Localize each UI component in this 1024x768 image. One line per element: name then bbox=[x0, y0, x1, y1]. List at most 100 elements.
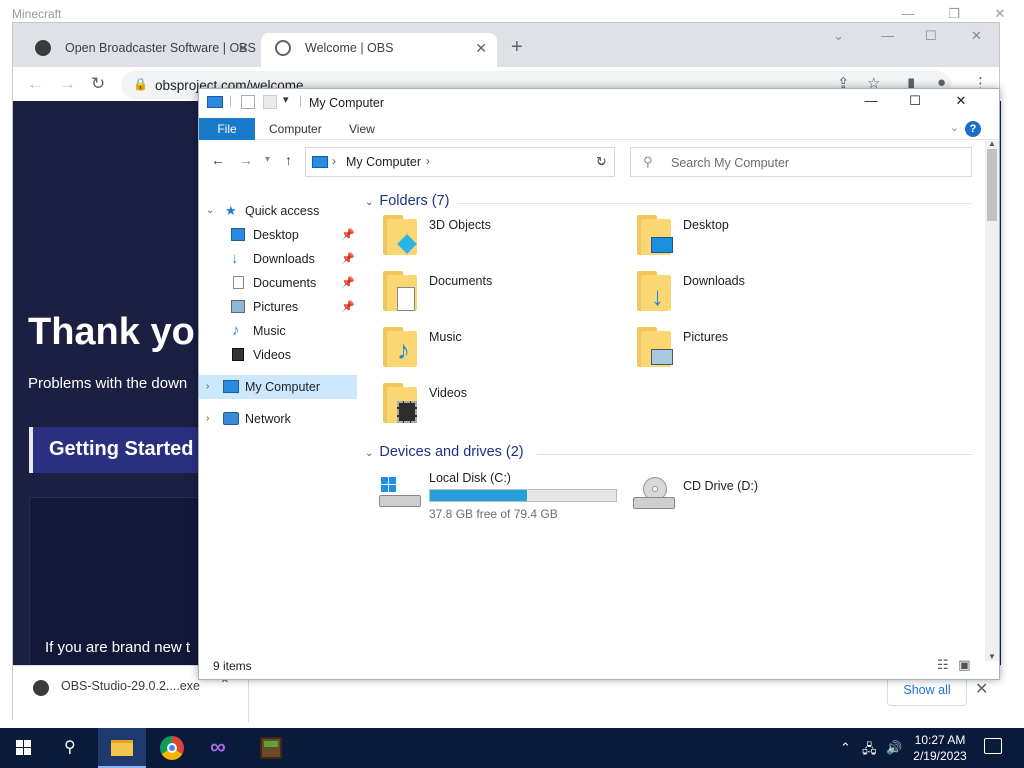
folders-group-header[interactable]: ⌄ Folders (7) bbox=[365, 193, 450, 209]
properties-icon[interactable] bbox=[241, 95, 255, 109]
group-divider bbox=[537, 454, 973, 455]
explorer-title: My Computer bbox=[309, 96, 385, 110]
vertical-scrollbar[interactable]: ▲ ▼ bbox=[985, 139, 999, 661]
globe-favicon-icon bbox=[275, 40, 291, 56]
tab-close-icon[interactable]: ✕ bbox=[237, 33, 249, 63]
pin-icon[interactable]: 📌 bbox=[341, 295, 355, 319]
new-tab-button[interactable]: + bbox=[511, 36, 523, 59]
new-folder-icon[interactable] bbox=[263, 95, 277, 109]
folder-icon bbox=[111, 740, 133, 756]
computer-icon bbox=[207, 96, 223, 108]
expand-chevron-icon[interactable]: › bbox=[206, 375, 209, 399]
breadcrumb-my-computer[interactable]: My Computer bbox=[346, 155, 421, 169]
chrome-minimize-button[interactable]: — bbox=[881, 28, 894, 43]
outer-restore-button[interactable]: ❐ bbox=[944, 6, 964, 21]
nav-item-network[interactable]: › Network bbox=[199, 407, 357, 431]
tab-label: Welcome | OBS bbox=[305, 41, 394, 55]
ribbon-tab-file[interactable]: File bbox=[199, 118, 255, 140]
taskbar-search-icon[interactable]: ⚲ bbox=[48, 728, 96, 768]
back-button[interactable]: ← bbox=[27, 74, 44, 94]
recent-locations-icon[interactable]: ▾ bbox=[265, 154, 270, 165]
up-arrow-icon[interactable]: ↑ bbox=[285, 152, 292, 168]
taskbar-file-explorer[interactable] bbox=[98, 728, 146, 768]
ribbon-expand-icon[interactable]: ⌄ bbox=[950, 121, 959, 134]
pin-icon[interactable]: 📌 bbox=[341, 223, 355, 247]
folder-tile-videos[interactable]: Videos bbox=[383, 381, 623, 433]
ribbon-tab-view[interactable]: View bbox=[349, 118, 375, 140]
folder-tile-pictures[interactable]: Pictures bbox=[637, 325, 877, 377]
document-icon bbox=[233, 276, 244, 289]
folder-tile-desktop[interactable]: Desktop bbox=[637, 213, 877, 265]
nav-item-quick-access[interactable]: ⌄ ★ Quick access bbox=[199, 199, 357, 223]
expand-chevron-icon[interactable]: › bbox=[206, 407, 209, 431]
start-button[interactable] bbox=[0, 728, 48, 768]
download-bar-close-icon[interactable]: ✕ bbox=[975, 679, 988, 699]
folder-icon bbox=[637, 215, 673, 255]
drive-tile-d[interactable]: CD Drive (D:) bbox=[633, 471, 833, 523]
nav-item-music[interactable]: ♪ Music bbox=[199, 319, 357, 343]
outer-close-button[interactable]: ✕ bbox=[990, 6, 1010, 21]
chrome-maximize-button[interactable]: ☐ bbox=[925, 28, 937, 44]
group-collapse-icon[interactable]: ⌄ bbox=[365, 197, 373, 208]
reload-button[interactable]: ↻ bbox=[91, 74, 105, 94]
taskbar-visual-studio[interactable]: ∞ bbox=[196, 728, 244, 768]
explorer-maximize-button[interactable]: ☐ bbox=[903, 93, 927, 113]
group-collapse-icon[interactable]: ⌄ bbox=[365, 448, 373, 459]
pin-icon[interactable]: 📌 bbox=[341, 247, 355, 271]
lock-icon: 🔒 bbox=[133, 77, 148, 91]
qat-dropdown-icon[interactable]: ▾ bbox=[283, 93, 297, 107]
drives-group-header[interactable]: ⌄ Devices and drives (2) bbox=[365, 444, 524, 460]
tray-overflow-icon[interactable]: ⌃ bbox=[840, 740, 851, 756]
collapse-chevron-icon[interactable]: ⌄ bbox=[206, 199, 214, 223]
nav-item-desktop[interactable]: Desktop 📌 bbox=[199, 223, 357, 247]
status-item-count: 9 items bbox=[213, 659, 252, 673]
scroll-down-icon[interactable]: ▼ bbox=[988, 652, 996, 661]
help-icon[interactable]: ? bbox=[965, 121, 981, 137]
tab-obs-welcome[interactable]: Welcome | OBS ✕ bbox=[261, 33, 497, 67]
video-icon bbox=[397, 401, 417, 423]
system-clock[interactable]: 10:27 AM 2/19/2023 bbox=[906, 732, 974, 764]
tab-close-icon[interactable]: ✕ bbox=[475, 33, 487, 63]
obs-favicon-icon bbox=[35, 40, 51, 56]
refresh-button[interactable]: ↻ bbox=[589, 147, 615, 177]
forward-arrow-icon[interactable]: → bbox=[239, 152, 253, 168]
scroll-up-icon[interactable]: ▲ bbox=[988, 139, 996, 148]
tab-obs-home[interactable]: Open Broadcaster Software | OBS ✕ bbox=[21, 33, 259, 67]
ribbon-tab-computer[interactable]: Computer bbox=[269, 118, 322, 140]
outer-window-titlebar: Minecraft — ❐ ✕ bbox=[0, 0, 1024, 24]
desktop-icon bbox=[651, 237, 673, 253]
taskbar-chrome[interactable] bbox=[148, 728, 196, 768]
volume-icon[interactable]: 🔊 bbox=[886, 740, 902, 756]
chrome-close-button[interactable]: ✕ bbox=[971, 28, 982, 44]
network-tray-icon[interactable]: 🖧 bbox=[862, 740, 877, 762]
explorer-minimize-button[interactable]: — bbox=[859, 93, 883, 113]
search-input[interactable]: ⚲ Search My Computer bbox=[630, 147, 972, 177]
folder-tile-downloads[interactable]: ↓ Downloads bbox=[637, 269, 877, 321]
clock-date: 2/19/2023 bbox=[913, 749, 967, 763]
tab-search-icon[interactable]: ⌄ bbox=[833, 28, 844, 44]
breadcrumb-separator-icon[interactable]: › bbox=[332, 154, 336, 168]
drive-tile-c[interactable]: Local Disk (C:) 37.8 GB free of 79.4 GB bbox=[379, 471, 619, 523]
scroll-thumb[interactable] bbox=[987, 149, 997, 221]
folder-tile-documents[interactable]: Documents bbox=[383, 269, 623, 321]
explorer-close-button[interactable]: ✕ bbox=[949, 93, 973, 113]
taskbar-minecraft[interactable] bbox=[246, 728, 294, 768]
details-view-icon[interactable]: ☷ bbox=[937, 657, 949, 672]
forward-button[interactable]: → bbox=[59, 74, 76, 94]
nav-item-videos[interactable]: Videos bbox=[199, 343, 357, 367]
explorer-address-bar[interactable]: › My Computer › ⌄ bbox=[305, 147, 615, 177]
nav-label: Videos bbox=[253, 348, 291, 362]
nav-item-downloads[interactable]: ↓ Downloads 📌 bbox=[199, 247, 357, 271]
folder-tile-music[interactable]: ♪ Music bbox=[383, 325, 623, 377]
large-icons-view-icon[interactable]: ▣ bbox=[958, 657, 970, 672]
folder-tile-3d-objects[interactable]: 3D Objects bbox=[383, 213, 623, 265]
nav-item-pictures[interactable]: Pictures 📌 bbox=[199, 295, 357, 319]
drive-label: CD Drive (D:) bbox=[683, 479, 758, 493]
back-arrow-icon[interactable]: ← bbox=[211, 152, 225, 168]
nav-item-my-computer[interactable]: › My Computer bbox=[199, 375, 357, 399]
outer-minimize-button[interactable]: — bbox=[898, 6, 918, 21]
pin-icon[interactable]: 📌 bbox=[341, 271, 355, 295]
breadcrumb-separator-icon[interactable]: › bbox=[426, 154, 430, 168]
nav-item-documents[interactable]: Documents 📌 bbox=[199, 271, 357, 295]
notification-center-icon[interactable] bbox=[984, 738, 1002, 754]
